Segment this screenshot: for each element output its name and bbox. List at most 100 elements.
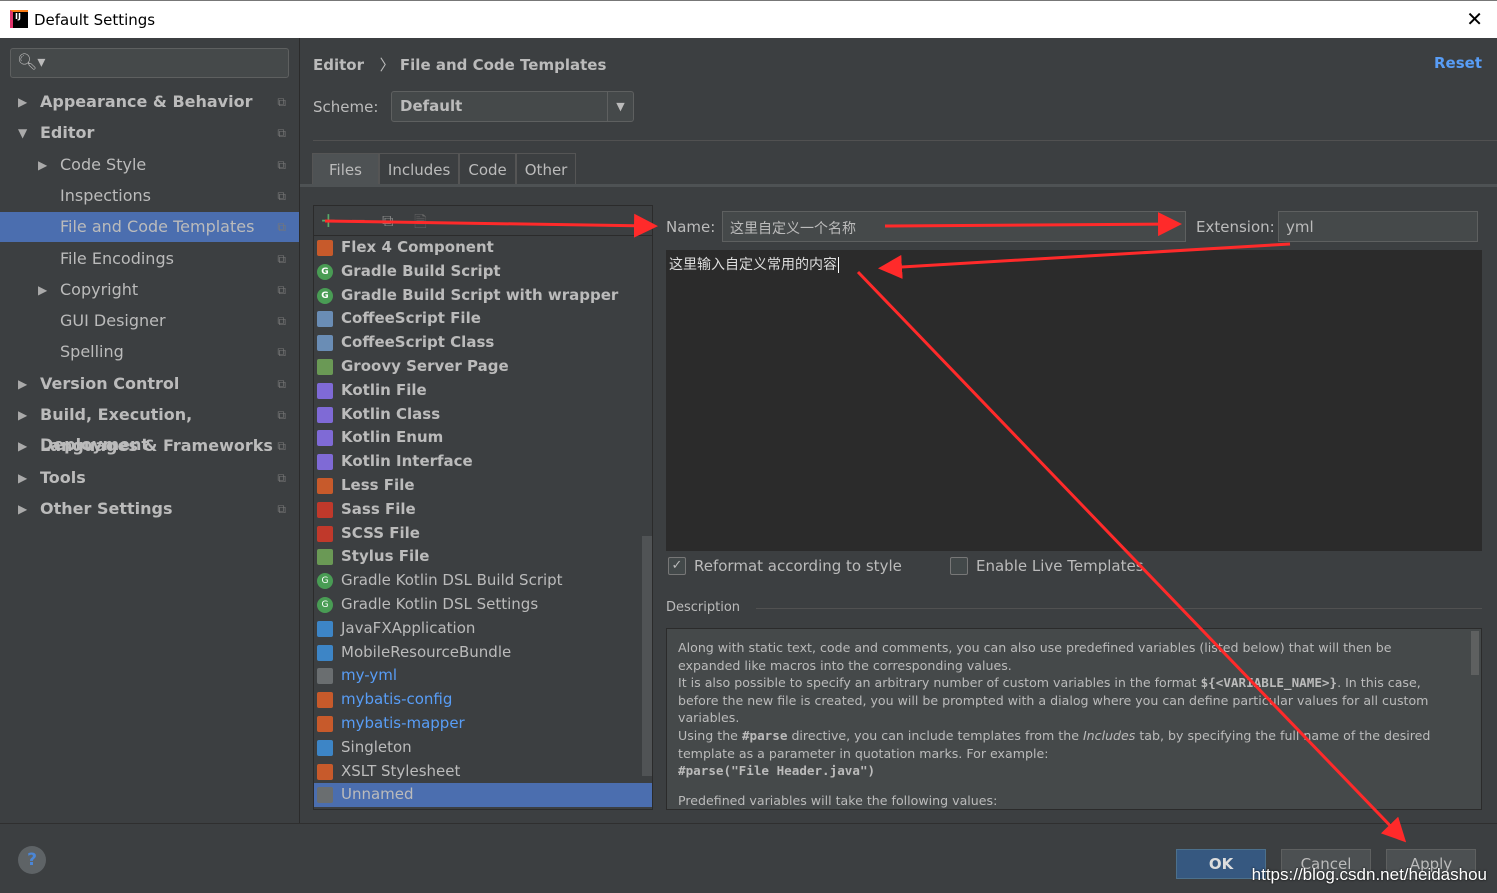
sidebar-item[interactable]: ▶ Appearance & Behavior ⧉ <box>0 87 299 117</box>
sidebar-item[interactable]: ▶ Code Style ⧉ <box>0 150 299 180</box>
chevron-right-icon[interactable]: ▶ <box>18 87 27 117</box>
template-editor[interactable]: 这里输入自定义常用的内容 <box>666 250 1482 551</box>
sidebar-item[interactable]: Inspections ⧉ <box>0 181 299 211</box>
template-name: Stylus File <box>341 547 430 566</box>
template-list-item[interactable]: Kotlin Enum <box>314 426 652 450</box>
chevron-right-icon[interactable]: ▶ <box>18 494 27 524</box>
sidebar-item[interactable]: GUI Designer ⧉ <box>0 306 299 336</box>
sidebar-item-label: Copyright <box>60 279 139 299</box>
sidebar-item[interactable]: ▶ Other Settings ⧉ <box>0 494 299 524</box>
template-list-item[interactable]: CoffeeScript File <box>314 307 652 331</box>
copy-settings-icon: ⧉ <box>277 345 286 360</box>
description-label: Description <box>666 600 741 615</box>
sidebar-item[interactable]: ▶ Tools ⧉ <box>0 463 299 493</box>
reset-template-icon[interactable]: 🗎︎ <box>414 211 427 238</box>
copy-icon[interactable]: ⧉ <box>382 211 393 231</box>
tab-includes[interactable]: Includes <box>378 153 460 185</box>
template-list-item[interactable]: SCSS File <box>314 522 652 546</box>
tab-files[interactable]: Files <box>312 153 379 185</box>
template-name: MobileResourceBundle <box>341 642 512 661</box>
sidebar-item[interactable]: File and Code Templates ⧉ <box>0 212 299 243</box>
live-templates-checkbox[interactable]: Enable Live Templates <box>950 557 1144 575</box>
close-icon[interactable]: ✕ <box>1466 7 1483 31</box>
template-list-item[interactable]: Less File <box>314 474 652 498</box>
template-list-item[interactable]: mybatis-config <box>314 688 652 712</box>
list-scrollbar[interactable] <box>642 536 652 776</box>
name-input[interactable]: 这里自定义一个名称 <box>722 211 1186 242</box>
template-list-item[interactable]: mybatis-mapper <box>314 712 652 736</box>
file-type-icon <box>317 692 333 709</box>
template-content: 这里输入自定义常用的内容 <box>669 257 837 273</box>
template-list-item[interactable]: Unnamed <box>314 783 652 808</box>
desc-text: Using the <box>678 727 742 743</box>
desc-italic: Includes <box>1082 727 1136 743</box>
reformat-checkbox[interactable]: ✓ Reformat according to style <box>668 557 902 575</box>
breadcrumb-current: File and Code Templates <box>399 56 607 74</box>
template-list-item[interactable]: G Gradle Kotlin DSL Settings <box>314 593 652 617</box>
extension-input[interactable]: yml <box>1278 211 1478 242</box>
reformat-label: Reformat according to style <box>694 557 902 575</box>
sidebar-item[interactable]: ▶ Languages & Frameworks ⧉ <box>0 431 299 461</box>
chevron-right-icon[interactable]: ▶ <box>18 431 27 461</box>
template-name: Groovy Server Page <box>341 356 509 375</box>
template-list-item[interactable]: my-yml <box>314 664 652 688</box>
desc-code: ${<VARIABLE_NAME>} <box>1200 675 1338 691</box>
chevron-right-icon[interactable]: ▶ <box>18 463 27 493</box>
template-list-item[interactable]: G Gradle Kotlin DSL Build Script <box>314 569 652 593</box>
sidebar-item[interactable]: File Encodings ⧉ <box>0 244 299 274</box>
sidebar-item[interactable]: ▼ Editor ⧉ <box>0 118 299 148</box>
desc-paragraph: Predefined variables will take the follo… <box>678 792 998 808</box>
tab-code[interactable]: Code <box>459 153 516 185</box>
breadcrumb-separator: 〉 <box>379 56 395 74</box>
template-name: Flex 4 Component <box>341 238 494 256</box>
watermark: https://blog.csdn.net/heidashou <box>1251 865 1487 884</box>
template-list-item[interactable]: Stylus File <box>314 545 652 569</box>
template-list-item[interactable]: XSLT Stylesheet <box>314 760 652 784</box>
reset-link[interactable]: Reset <box>1434 54 1482 72</box>
chevron-right-icon[interactable]: ▶ <box>18 369 27 399</box>
chevron-down-icon[interactable]: ▼ <box>18 118 27 148</box>
scheme-dropdown[interactable]: Default ▼ <box>391 91 634 122</box>
sidebar-item[interactable]: Spelling ⧉ <box>0 337 299 367</box>
sidebar-item[interactable]: ▶ Copyright ⧉ <box>0 275 299 305</box>
template-list-item[interactable]: G Gradle Build Script <box>314 260 652 284</box>
add-icon[interactable]: + <box>320 208 337 232</box>
copy-settings-icon: ⧉ <box>277 126 286 141</box>
template-list-item[interactable]: JavaFXApplication <box>314 617 652 641</box>
window-title: Default Settings <box>34 11 156 29</box>
settings-sidebar: 🔍︎▾ ▶ Appearance & Behavior ⧉ ▼ Editor ⧉ ▶ Code… <box>0 38 300 823</box>
dialog-footer: ? OK Cancel Apply https://blog.csdn.net/… <box>0 823 1497 893</box>
file-type-icon: G <box>317 573 333 590</box>
sidebar-item-label: File and Code Templates <box>60 217 255 237</box>
template-list-item[interactable]: CoffeeScript Class <box>314 331 652 355</box>
tab-other[interactable]: Other <box>515 153 577 185</box>
template-name: Gradle Kotlin DSL Settings <box>341 594 539 613</box>
help-button[interactable]: ? <box>18 846 46 874</box>
template-list-item[interactable]: Singleton <box>314 736 652 760</box>
template-list-item[interactable]: Kotlin Class <box>314 403 652 427</box>
chevron-right-icon[interactable]: ▶ <box>38 275 47 305</box>
settings-search-input[interactable]: 🔍︎▾ <box>10 48 289 78</box>
template-list-item[interactable]: MobileResourceBundle <box>314 641 652 665</box>
sidebar-item[interactable]: ▶ Build, Execution, Deployment ⧉ <box>0 400 299 454</box>
template-list-item[interactable]: G Gradle Build Script with wrapper <box>314 284 652 308</box>
template-name: JavaFXApplication <box>341 618 476 637</box>
template-list-panel: + − ⧉ 🗎︎ Flex 4 Component G Gradle Build S… <box>313 205 653 810</box>
breadcrumb-editor[interactable]: Editor <box>313 56 364 74</box>
template-list-item[interactable]: Kotlin File <box>314 379 652 403</box>
sidebar-item-label: Editor <box>40 123 95 143</box>
remove-icon[interactable]: − <box>350 208 367 232</box>
template-name: Gradle Build Script with wrapper <box>341 285 619 304</box>
sidebar-item[interactable]: ▶ Version Control ⧉ <box>0 369 299 399</box>
file-type-icon <box>317 454 333 471</box>
template-list-item[interactable]: Kotlin Interface <box>314 450 652 474</box>
chevron-right-icon[interactable]: ▶ <box>38 150 47 180</box>
sidebar-item-label: Spelling <box>60 342 124 362</box>
description-scrollbar[interactable] <box>1471 631 1479 675</box>
file-type-icon <box>317 311 333 328</box>
template-list-item[interactable]: Sass File <box>314 498 652 522</box>
template-list-item[interactable]: Flex 4 Component <box>314 236 652 260</box>
template-list-item[interactable]: Groovy Server Page <box>314 355 652 379</box>
chevron-right-icon[interactable]: ▶ <box>18 400 27 430</box>
desc-code-example: #parse("File Header.java") <box>678 763 876 779</box>
